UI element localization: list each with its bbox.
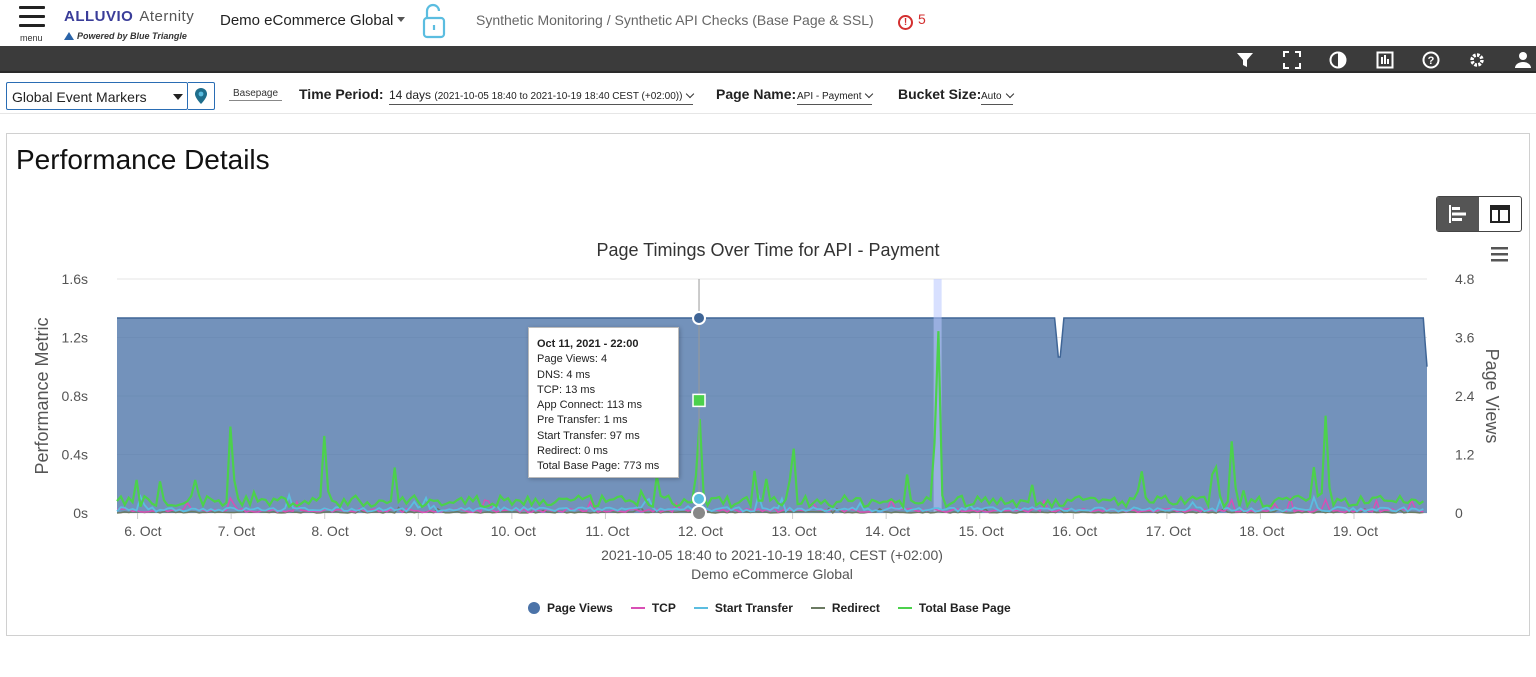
tooltip-line: Total Base Page: 773 ms [537,460,660,473]
tooltip-line: Redirect: 0 ms [537,445,608,458]
total-base-page-hover-marker [692,393,706,408]
legend-item-redirect[interactable]: Redirect [810,601,880,615]
chart-legend: Page Views TCP Start Transfer Redirect T… [528,601,1029,615]
hamburger-icon-bar [1491,253,1508,256]
y-tick-label: 1.6s [62,271,88,287]
x-tick-label: 19. Oct [1333,523,1378,539]
x-tick-label: 10. Oct [491,523,536,539]
x-axis-title: 2021-10-05 18:40 to 2021-10-19 18:40, CE… [601,547,943,563]
x-tick-label: 17. Oct [1146,523,1191,539]
legend-marker [693,607,708,609]
x-axis-subtitle: Demo eCommerce Global [691,566,853,582]
chart-title: Page Timings Over Time for API - Payment [596,240,939,260]
legend-marker [810,607,825,609]
chart-tooltip: Oct 11, 2021 - 22:00 Page Views: 4 DNS: … [528,327,679,478]
legend-marker [528,602,540,614]
y2-tick-label: 3.6 [1455,330,1475,346]
x-tick-label: 13. Oct [771,523,816,539]
page-views-area [117,318,1427,513]
legend-marker [630,607,645,609]
x-tick-label: 16. Oct [1052,523,1097,539]
page-views-hover-marker [692,311,707,325]
y2-tick-label: 1.2 [1455,447,1475,463]
x-tick-label: 9. Oct [405,523,442,539]
y-axis-title: Performance Metric [32,317,52,474]
x-tick-label: 6. Oct [124,523,161,539]
y-tick-label: 1.2s [62,330,88,346]
legend-item-tcp[interactable]: TCP [630,601,676,615]
y2-tick-label: 0 [1455,505,1463,521]
page-timings-chart: Page Timings Over Time for API - Payment… [32,240,1508,582]
tooltip-line: Start Transfer: 97 ms [537,429,640,442]
y-tick-label: 0.4s [62,447,88,463]
x-tick-label: 12. Oct [678,523,723,539]
tooltip-line: Pre Transfer: 1 ms [537,414,628,427]
tooltip-line: Page Views: 4 [537,353,608,366]
legend-marker [897,607,912,609]
redirect-hover-marker [691,505,708,521]
y2-tick-label: 4.8 [1455,271,1475,287]
y-tick-label: 0.8s [62,388,88,404]
y2-axis-title: Page Views [1482,349,1502,444]
x-tick-label: 7. Oct [218,523,255,539]
legend-item-start-transfer[interactable]: Start Transfer [693,601,793,615]
y2-tick-label: 2.4 [1455,388,1475,404]
hamburger-icon-bar [1491,247,1508,250]
hamburger-icon-bar [1491,259,1508,262]
x-tick-label: 18. Oct [1239,523,1284,539]
tooltip-line: App Connect: 113 ms [537,399,642,412]
tooltip-line: TCP: 13 ms [537,383,596,396]
x-tick-label: 11. Oct [585,523,629,539]
y-tick-label: 0s [73,505,88,521]
tooltip-line: DNS: 4 ms [537,368,591,381]
x-tick-label: 8. Oct [311,523,348,539]
legend-item-page-views[interactable]: Page Views [528,601,613,615]
x-tick-label: 15. Oct [959,523,1004,539]
tooltip-title: Oct 11, 2021 - 22:00 [537,338,639,350]
legend-item-total-base-page[interactable]: Total Base Page [897,601,1011,615]
start-transfer-hover-marker [692,491,707,506]
x-tick-label: 14. Oct [865,523,910,539]
